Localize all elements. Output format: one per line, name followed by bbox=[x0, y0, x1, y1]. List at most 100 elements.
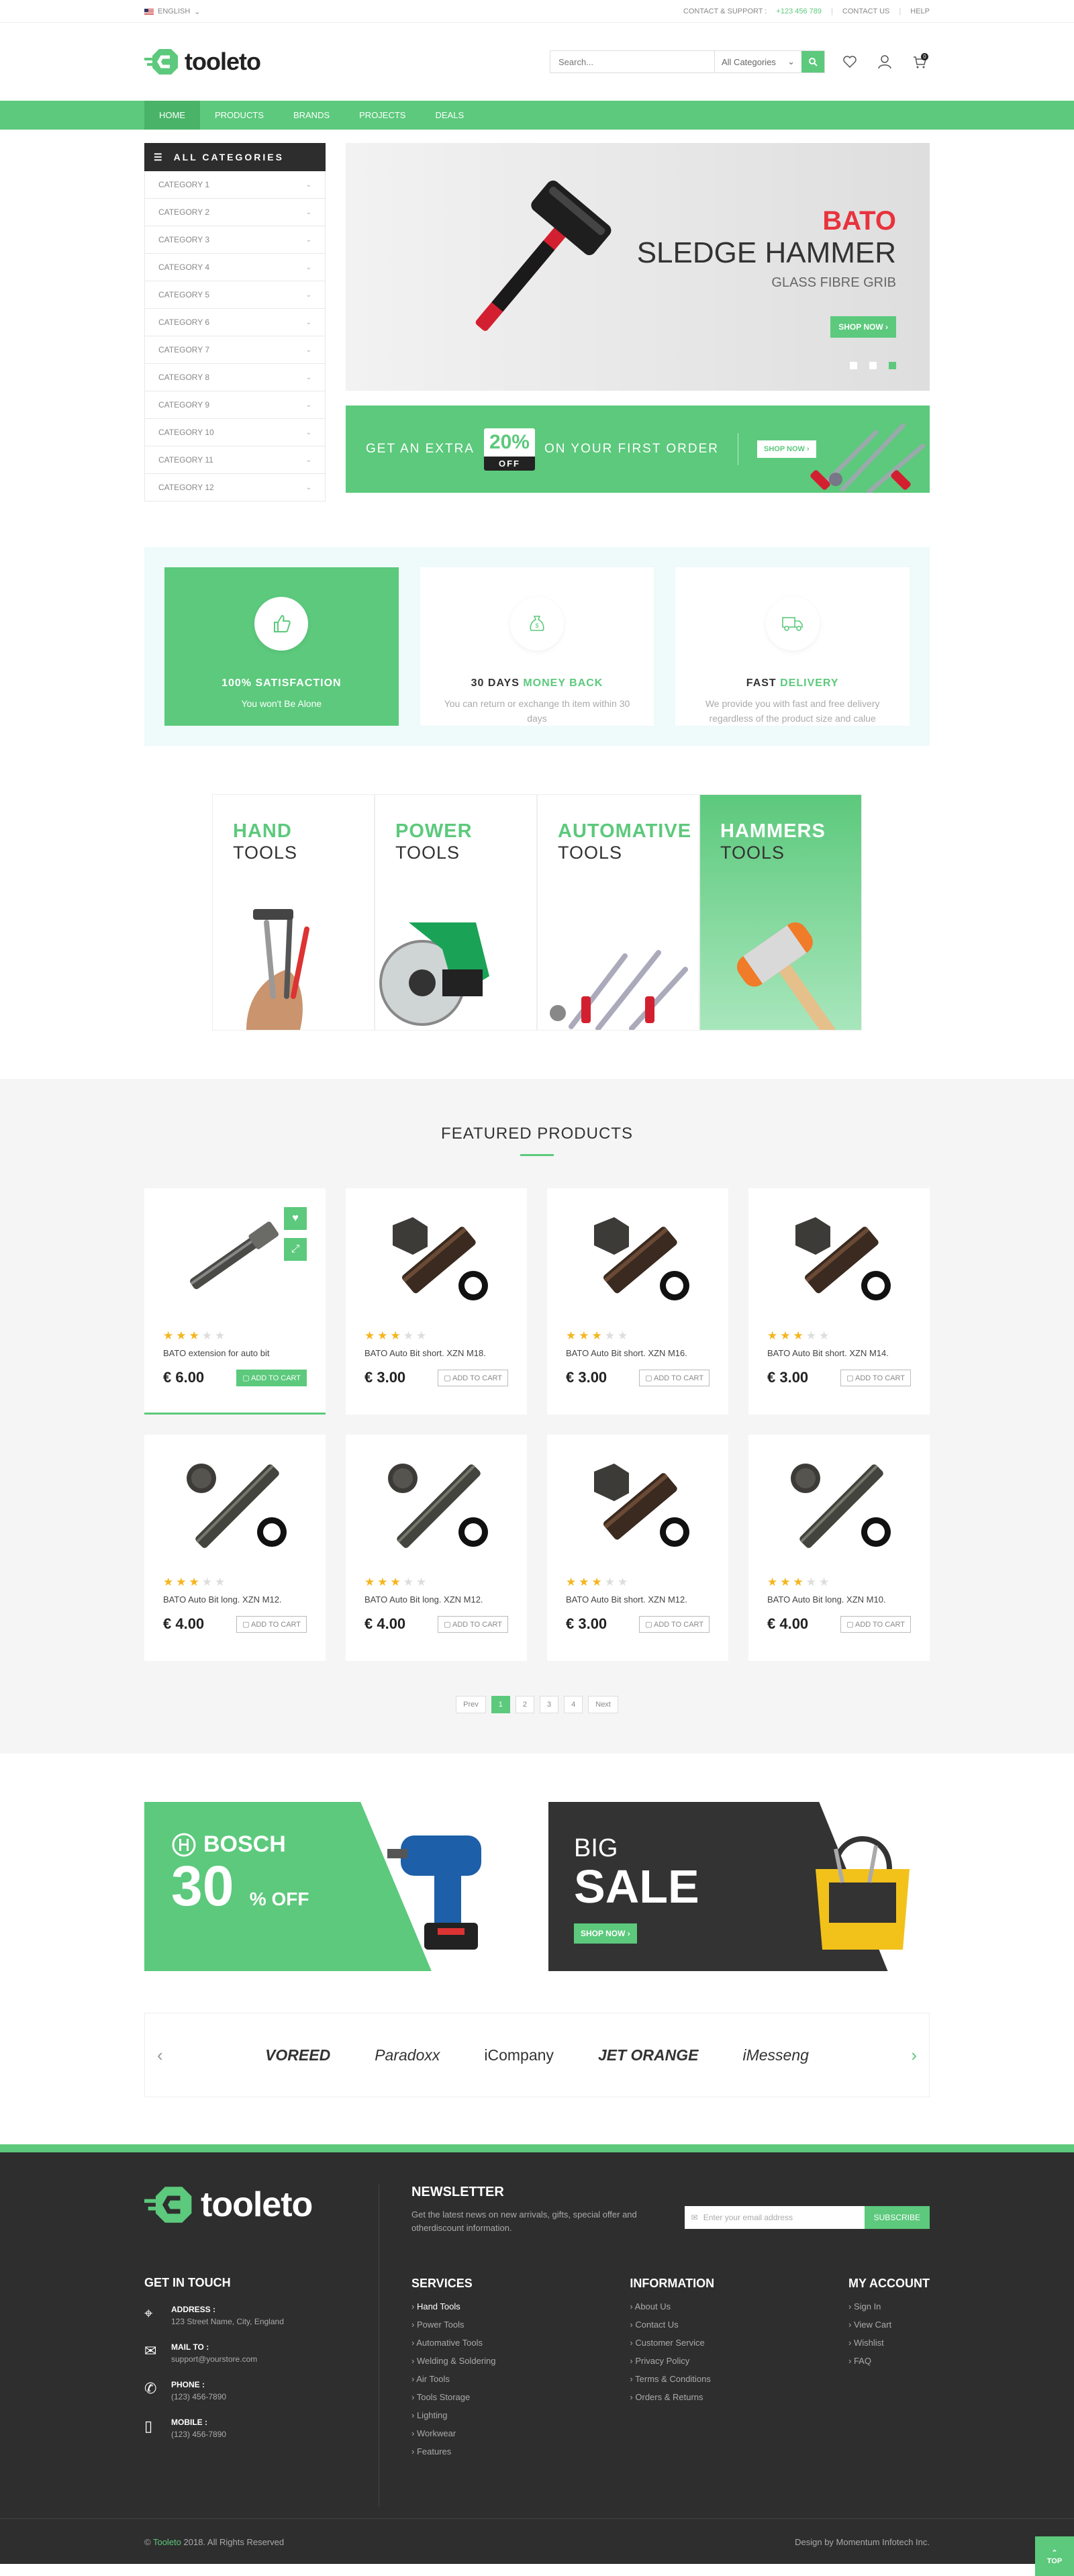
nav-products[interactable]: PRODUCTS bbox=[200, 101, 279, 130]
pager-page-1[interactable]: 1 bbox=[491, 1696, 510, 1713]
footer-link[interactable]: Welding & Soldering bbox=[411, 2356, 496, 2366]
product-image[interactable] bbox=[566, 1435, 710, 1576]
category-item[interactable]: CATEGORY 11 ⌄ bbox=[144, 446, 326, 474]
add-to-cart-button[interactable]: ▢ ADD TO CART bbox=[236, 1369, 307, 1386]
product-card[interactable]: ★ ★ ★ ★ ★ BATO Auto Bit long. XZN M12. € 4.00 ▢… bbox=[144, 1435, 326, 1661]
product-card[interactable]: ★ ★ ★ ★ ★ BATO Auto Bit short. XZN M16. € 3.00… bbox=[547, 1188, 728, 1415]
product-image[interactable] bbox=[364, 1435, 508, 1576]
footer-link[interactable]: Contact Us bbox=[630, 2320, 714, 2330]
category-item[interactable]: CATEGORY 8 ⌄ bbox=[144, 364, 326, 391]
footer-link[interactable]: Air Tools bbox=[411, 2374, 496, 2384]
category-item[interactable]: CATEGORY 2 ⌄ bbox=[144, 199, 326, 226]
footer-link[interactable]: Workwear bbox=[411, 2428, 496, 2438]
add-to-cart-button[interactable]: ▢ ADD TO CART bbox=[236, 1615, 307, 1633]
brand-logo-jet-orange[interactable]: JET ORANGE bbox=[598, 2046, 699, 2064]
carousel-prev-icon[interactable]: ‹ bbox=[157, 2045, 163, 2066]
slider-dot-3[interactable] bbox=[889, 362, 896, 369]
product-card[interactable]: ★ ★ ★ ★ ★ BATO Auto Bit long. XZN M10. € 4.00 ▢… bbox=[748, 1435, 930, 1661]
sale-shop-now-button[interactable]: SHOP NOW › bbox=[574, 1923, 637, 1944]
add-to-cart-button[interactable]: ▢ ADD TO CART bbox=[840, 1615, 911, 1633]
product-name[interactable]: BATO Auto Bit long. XZN M10. bbox=[767, 1594, 911, 1605]
cart-button[interactable]: 0 bbox=[910, 52, 930, 72]
slider-dot-2[interactable] bbox=[869, 362, 877, 369]
nav-home[interactable]: HOME bbox=[144, 101, 200, 130]
pager-prev[interactable]: Prev bbox=[456, 1696, 486, 1713]
product-name[interactable]: BATO extension for auto bit bbox=[163, 1348, 307, 1358]
pager-next[interactable]: Next bbox=[588, 1696, 618, 1713]
product-image[interactable] bbox=[767, 1435, 911, 1576]
product-image[interactable] bbox=[767, 1188, 911, 1329]
add-to-cart-button[interactable]: ▢ ADD TO CART bbox=[438, 1369, 508, 1386]
footer-link[interactable]: Power Tools bbox=[411, 2320, 496, 2330]
search-button[interactable] bbox=[801, 51, 824, 73]
carousel-next-icon[interactable]: › bbox=[911, 2045, 917, 2066]
support-phone[interactable]: +123 456 789 bbox=[776, 7, 822, 15]
category-select[interactable]: All Categories ⌄ bbox=[714, 51, 801, 73]
pager-page-3[interactable]: 3 bbox=[540, 1696, 559, 1713]
footer-link[interactable]: Tools Storage bbox=[411, 2392, 496, 2402]
product-name[interactable]: BATO Auto Bit short. XZN M14. bbox=[767, 1348, 911, 1358]
footer-link[interactable]: Features bbox=[411, 2446, 496, 2456]
footer-logo[interactable]: tooleto bbox=[144, 2185, 379, 2225]
wishlist-button[interactable] bbox=[840, 52, 860, 72]
footer-link[interactable]: Terms & Conditions bbox=[630, 2374, 714, 2384]
tile-automative-tools[interactable]: AUTOMATIVE TOOLS bbox=[537, 794, 699, 1031]
footer-link[interactable]: FAQ bbox=[848, 2356, 930, 2366]
tile-hammers-tools[interactable]: HAMMERS TOOLS bbox=[699, 794, 862, 1031]
product-card[interactable]: ★ ★ ★ ★ ★ BATO Auto Bit short. XZN M18. € 3.00… bbox=[346, 1188, 527, 1415]
footer-link[interactable]: Sign In bbox=[848, 2301, 930, 2311]
expand-icon[interactable]: ⤢ bbox=[284, 1238, 307, 1261]
copyright-brand[interactable]: Tooleto bbox=[153, 2537, 181, 2547]
product-image[interactable] bbox=[566, 1188, 710, 1329]
product-name[interactable]: BATO Auto Bit long. XZN M12. bbox=[364, 1594, 508, 1605]
help-link[interactable]: HELP bbox=[910, 7, 930, 15]
add-to-cart-button[interactable]: ▢ ADD TO CART bbox=[639, 1369, 710, 1386]
tile-power-tools[interactable]: POWER TOOLS bbox=[375, 794, 537, 1031]
footer-link[interactable]: Hand Tools bbox=[411, 2301, 496, 2311]
logo[interactable]: tooleto bbox=[144, 48, 261, 76]
product-image[interactable] bbox=[364, 1188, 508, 1329]
brand-logo-voreed[interactable]: VOREED bbox=[265, 2046, 330, 2064]
product-card[interactable]: ★ ★ ★ ★ ★ BATO Auto Bit short. XZN M12. € 3.00… bbox=[547, 1435, 728, 1661]
contact-value[interactable]: 123 Street Name, City, England bbox=[171, 2317, 284, 2326]
wishlist-heart-icon[interactable]: ♥ bbox=[284, 1207, 307, 1230]
footer-link[interactable]: Orders & Returns bbox=[630, 2392, 714, 2402]
search-input[interactable] bbox=[550, 51, 714, 73]
pager-page-2[interactable]: 2 bbox=[515, 1696, 534, 1713]
category-item[interactable]: CATEGORY 7 ⌄ bbox=[144, 336, 326, 364]
category-item[interactable]: CATEGORY 6 ⌄ bbox=[144, 309, 326, 336]
product-image[interactable] bbox=[163, 1435, 307, 1576]
footer-link[interactable]: About Us bbox=[630, 2301, 714, 2311]
brand-logo-paradoxx[interactable]: Paradoxx bbox=[375, 2046, 440, 2064]
product-card[interactable]: ★ ★ ★ ★ ★ BATO Auto Bit long. XZN M12. € 4.00 ▢… bbox=[346, 1435, 527, 1661]
footer-link[interactable]: Automative Tools bbox=[411, 2338, 496, 2348]
product-card[interactable]: ♥ ⤢ ★ ★ ★ ★ ★ BATO extension for auto bit € 6.00… bbox=[144, 1188, 326, 1415]
account-button[interactable] bbox=[875, 52, 895, 72]
category-item[interactable]: CATEGORY 10 ⌄ bbox=[144, 419, 326, 446]
nav-projects[interactable]: PROJECTS bbox=[344, 101, 420, 130]
brand-logo-imesseng[interactable]: iMesseng bbox=[742, 2046, 808, 2064]
category-item[interactable]: CATEGORY 5 ⌄ bbox=[144, 281, 326, 309]
subscribe-button[interactable]: SUBSCRIBE bbox=[864, 2206, 930, 2229]
product-name[interactable]: BATO Auto Bit short. XZN M18. bbox=[364, 1348, 508, 1358]
category-item[interactable]: CATEGORY 3 ⌄ bbox=[144, 226, 326, 254]
add-to-cart-button[interactable]: ▢ ADD TO CART bbox=[438, 1615, 508, 1633]
nav-deals[interactable]: DEALS bbox=[420, 101, 479, 130]
footer-link[interactable]: Wishlist bbox=[848, 2338, 930, 2348]
big-sale-banner[interactable]: BIG SALE SHOP NOW › bbox=[548, 1802, 930, 1971]
add-to-cart-button[interactable]: ▢ ADD TO CART bbox=[840, 1369, 911, 1386]
category-item[interactable]: CATEGORY 12 ⌄ bbox=[144, 474, 326, 502]
brand-logo-icompany[interactable]: iCompany bbox=[484, 2046, 554, 2064]
nav-brands[interactable]: BRANDS bbox=[279, 101, 344, 130]
pager-page-4[interactable]: 4 bbox=[564, 1696, 583, 1713]
slide-shop-now-button[interactable]: SHOP NOW › bbox=[830, 316, 896, 338]
contact-us-link[interactable]: CONTACT US bbox=[842, 7, 890, 15]
slider-dot-1[interactable] bbox=[850, 362, 857, 369]
category-item[interactable]: CATEGORY 1 ⌄ bbox=[144, 171, 326, 199]
language-selector[interactable]: ENGLISH ⌄ bbox=[144, 7, 201, 16]
category-item[interactable]: CATEGORY 9 ⌄ bbox=[144, 391, 326, 419]
product-name[interactable]: BATO Auto Bit short. XZN M12. bbox=[566, 1594, 710, 1605]
bosch-banner[interactable]: BOSCH 30 % OFF bbox=[144, 1802, 528, 1971]
newsletter-email-input[interactable]: ✉ Enter your email address bbox=[684, 2206, 865, 2229]
contact-value[interactable]: support@yourstore.com bbox=[171, 2354, 257, 2364]
